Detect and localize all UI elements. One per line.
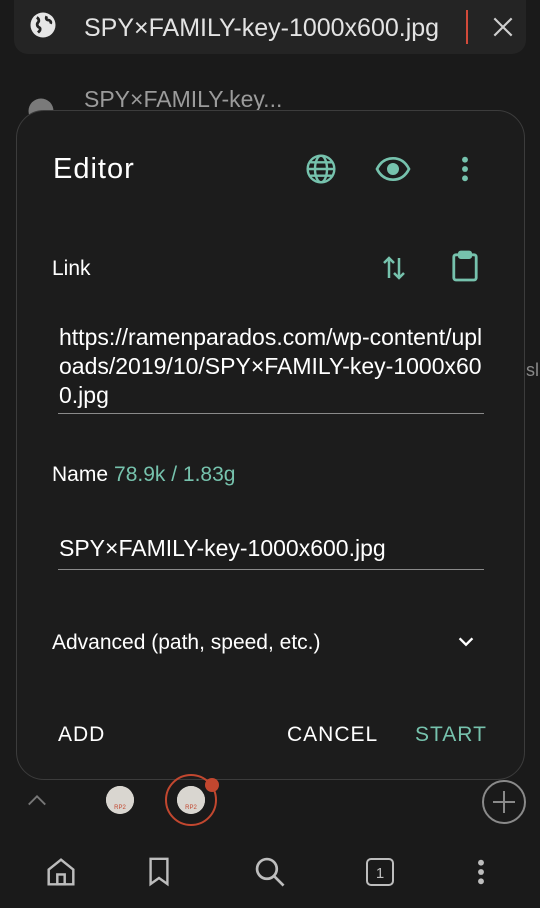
- add-tab-icon[interactable]: [481, 779, 527, 825]
- home-icon[interactable]: [46, 856, 76, 888]
- tab-thumbnail-label: RP2: [185, 805, 197, 811]
- editor-dialog: Editor Link https://ramenparados.com/wp-…: [16, 110, 525, 780]
- close-icon[interactable]: [490, 14, 516, 40]
- more-vert-icon[interactable]: [474, 856, 488, 888]
- start-button[interactable]: START: [415, 723, 487, 747]
- text-cursor: [466, 10, 468, 44]
- tab-badge: [205, 778, 219, 792]
- search-icon[interactable]: [254, 856, 286, 888]
- url-text[interactable]: SPY×FAMILY-key-1000x600.jpg: [84, 14, 456, 43]
- bookmark-icon[interactable]: [147, 856, 171, 888]
- swap-vertical-icon[interactable]: [381, 253, 407, 283]
- more-vert-icon[interactable]: [457, 153, 473, 185]
- chevron-up-icon[interactable]: [26, 792, 48, 808]
- file-size: 78.9k / 1.83g: [114, 463, 236, 486]
- tab-thumbnail-label: RP2: [114, 805, 126, 811]
- tab-count: 1: [376, 865, 384, 882]
- clipboard-icon[interactable]: [451, 249, 479, 283]
- link-input-underline: [58, 413, 484, 414]
- bottom-nav: 1: [0, 842, 540, 908]
- link-label: Link: [52, 257, 91, 280]
- link-input[interactable]: https://ramenparados.com/wp-content/uplo…: [59, 323, 483, 410]
- globe-icon: [28, 10, 58, 40]
- globe-icon[interactable]: [305, 153, 337, 185]
- tab-thumbnail[interactable]: RP2: [106, 786, 134, 814]
- name-label: Name: [52, 463, 109, 486]
- name-row: Name 78.9k / 1.83g: [52, 463, 235, 487]
- name-input-underline: [58, 569, 484, 570]
- add-button[interactable]: ADD: [58, 723, 105, 747]
- advanced-toggle[interactable]: Advanced (path, speed, etc.): [52, 631, 321, 655]
- chevron-down-icon[interactable]: [455, 631, 477, 653]
- cancel-button[interactable]: CANCEL: [287, 723, 378, 747]
- name-input[interactable]: SPY×FAMILY-key-1000x600.jpg: [59, 535, 386, 562]
- background-download-title: SPY×FAMILY-key...: [84, 86, 283, 112]
- active-tab-thumbnail[interactable]: RP2: [177, 786, 205, 814]
- background-side-text: sl: [526, 360, 539, 380]
- eye-icon[interactable]: [375, 153, 411, 185]
- dialog-title: Editor: [53, 153, 135, 185]
- url-bar[interactable]: SPY×FAMILY-key-1000x600.jpg: [14, 0, 526, 54]
- tabs-icon[interactable]: 1: [364, 856, 396, 888]
